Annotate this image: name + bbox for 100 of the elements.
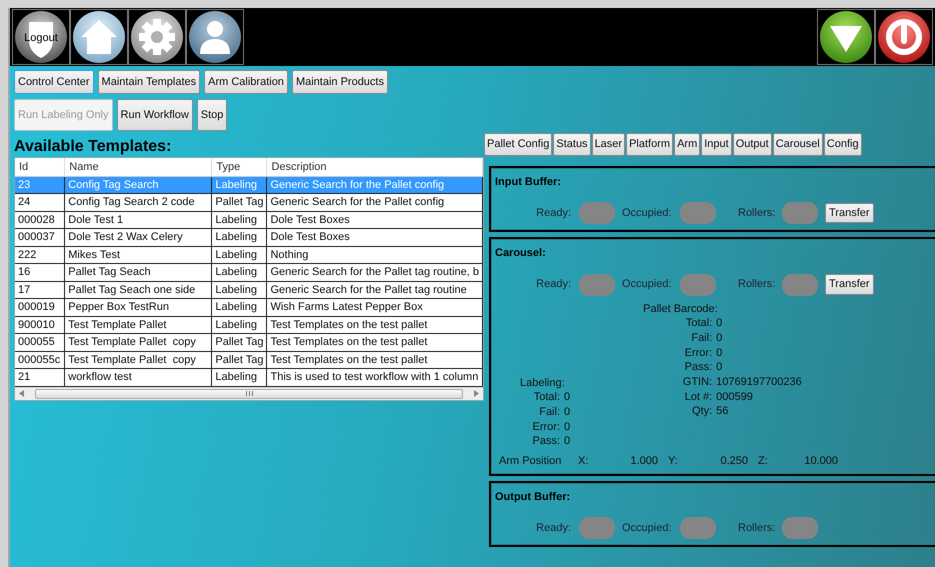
transfer-button[interactable]: Transfer	[825, 274, 874, 295]
table-cell[interactable]: Mikes Test	[64, 246, 212, 264]
stat-label: GTIN:	[682, 375, 714, 390]
tab[interactable]: Output	[732, 133, 772, 156]
status-indicator	[782, 202, 818, 224]
table-cell[interactable]: 000055	[15, 334, 65, 352]
stats-heading: Pallet Barcode:	[642, 302, 719, 316]
table-cell[interactable]: Test Templates on the test pallet	[266, 316, 482, 334]
column-header[interactable]: Description	[266, 158, 482, 176]
table-cell[interactable]: Labeling	[212, 264, 267, 282]
table-cell[interactable]: Test Templates on the test pallet	[266, 351, 482, 369]
action-button[interactable]: Stop	[196, 99, 228, 132]
indicator-label: Rollers:	[738, 277, 776, 292]
column-header[interactable]: Type	[212, 158, 267, 176]
table-cell[interactable]: Labeling	[212, 368, 267, 386]
right-arrow-icon[interactable]	[473, 390, 479, 398]
table-cell[interactable]: Pallet Tag Seach one side	[64, 281, 212, 299]
power-icon	[876, 10, 932, 64]
horizontal-scrollbar[interactable]	[15, 386, 483, 400]
table-cell[interactable]: Generic Search for the Pallet tag routine, b	[266, 264, 482, 282]
table-cell[interactable]: 24	[15, 194, 65, 212]
table-cell[interactable]: Labeling	[212, 228, 267, 246]
table-cell[interactable]: Dole Test Boxes	[266, 211, 482, 229]
tab[interactable]: Status	[553, 133, 591, 156]
status-indicator	[680, 202, 716, 224]
stat-label: Error:	[684, 346, 714, 360]
table-cell[interactable]: Labeling	[212, 281, 267, 299]
table-cell[interactable]: 000037	[15, 228, 65, 246]
tab[interactable]: Laser	[592, 133, 626, 156]
table-cell[interactable]: Labeling	[212, 298, 267, 316]
table-cell[interactable]: 222	[15, 246, 65, 264]
status-indicator	[680, 274, 716, 296]
table-cell[interactable]: 000028	[15, 211, 65, 229]
table-cell[interactable]: 21	[15, 368, 65, 386]
shield-icon	[13, 10, 69, 64]
home-button[interactable]	[70, 9, 128, 65]
table-cell[interactable]: Pallet Tag	[212, 351, 267, 369]
table-cell[interactable]: 000019	[15, 298, 65, 316]
table-cell[interactable]: Dole Test 2 Wax Celery	[64, 228, 212, 246]
axis-label: X:	[578, 454, 590, 469]
table-cell[interactable]: Dole Test 1	[64, 211, 212, 229]
table-cell[interactable]: Wish Farms Latest Pepper Box	[266, 298, 482, 316]
panel-title: Input Buffer:	[495, 174, 562, 190]
stat-value: 0	[716, 330, 722, 346]
action-button[interactable]: Run Workflow	[116, 99, 193, 132]
table-cell[interactable]: Labeling	[212, 211, 267, 229]
table-cell[interactable]: Labeling	[212, 316, 267, 334]
table-cell[interactable]: 17	[15, 281, 65, 299]
nav-button[interactable]: Control Center	[14, 70, 94, 94]
down-button[interactable]	[817, 9, 875, 65]
tab[interactable]: Pallet Config	[484, 133, 552, 156]
table-cell[interactable]: Test Template Pallet copy	[64, 334, 212, 352]
table-cell[interactable]: This is used to test workflow with 1 column	[266, 368, 482, 386]
table-cell[interactable]: Pepper Box TestRun	[64, 298, 212, 316]
power-button[interactable]	[875, 9, 933, 65]
table-cell[interactable]: Config Tag Search 2 code	[64, 194, 212, 212]
table-cell[interactable]: Generic Search for the Pallet tag routine	[266, 281, 482, 299]
axis-value: 0.250	[719, 454, 748, 469]
stat-label: Total:	[684, 316, 714, 331]
table-cell[interactable]: Test Template Pallet	[64, 316, 212, 334]
table-cell[interactable]: Labeling	[212, 246, 267, 264]
table-cell[interactable]: Dole Test Boxes	[266, 228, 482, 246]
tab[interactable]: Carousel	[772, 133, 823, 156]
tab[interactable]: Arm	[674, 133, 700, 156]
nav-button[interactable]: Maintain Products	[292, 70, 388, 94]
table-cell[interactable]: 16	[15, 264, 65, 282]
left-arrow-icon[interactable]	[19, 390, 25, 398]
status-indicator	[782, 274, 818, 296]
panel-title: Output Buffer:	[495, 490, 572, 505]
table-cell[interactable]: Test Templates on the test pallet	[266, 334, 482, 352]
table-cell[interactable]: Pallet Tag	[212, 194, 267, 212]
status-indicator	[782, 517, 818, 540]
tab[interactable]: Config	[824, 133, 862, 156]
table-cell[interactable]: Pallet Tag	[212, 334, 267, 352]
user-icon	[187, 10, 243, 64]
logout-button[interactable]: Logout	[12, 9, 70, 65]
nav-button[interactable]: Arm Calibration	[204, 70, 288, 94]
scrollbar-thumb[interactable]	[35, 388, 463, 399]
table-cell[interactable]: Nothing	[266, 246, 482, 264]
table-cell[interactable]: Pallet Tag Seach	[64, 264, 212, 282]
indicator-label: Ready:	[535, 277, 572, 292]
transfer-button[interactable]: Transfer	[825, 202, 874, 224]
table-cell[interactable]: Generic Search for the Pallet config	[266, 194, 482, 212]
column-header[interactable]: Name	[64, 158, 212, 176]
table-cell[interactable]: 000055c	[15, 351, 65, 369]
table-cell[interactable]: Test Template Pallet copy	[64, 351, 212, 369]
stat-label: Pass:	[684, 360, 714, 376]
axis-value: 1.000	[629, 454, 658, 469]
grip-icon	[246, 391, 252, 396]
panel-title: Carousel:	[495, 246, 547, 262]
tab[interactable]: Platform	[626, 133, 674, 156]
user-button[interactable]	[186, 9, 244, 65]
table-cell[interactable]: workflow test	[64, 368, 212, 386]
stat-value: 56	[716, 404, 728, 420]
settings-button[interactable]	[128, 9, 186, 65]
stat-label: Fail:	[690, 330, 714, 346]
tab[interactable]: Input	[701, 133, 732, 156]
column-header[interactable]: Id	[15, 158, 65, 176]
nav-button[interactable]: Maintain Templates	[98, 70, 200, 94]
table-cell[interactable]: 900010	[15, 316, 65, 334]
